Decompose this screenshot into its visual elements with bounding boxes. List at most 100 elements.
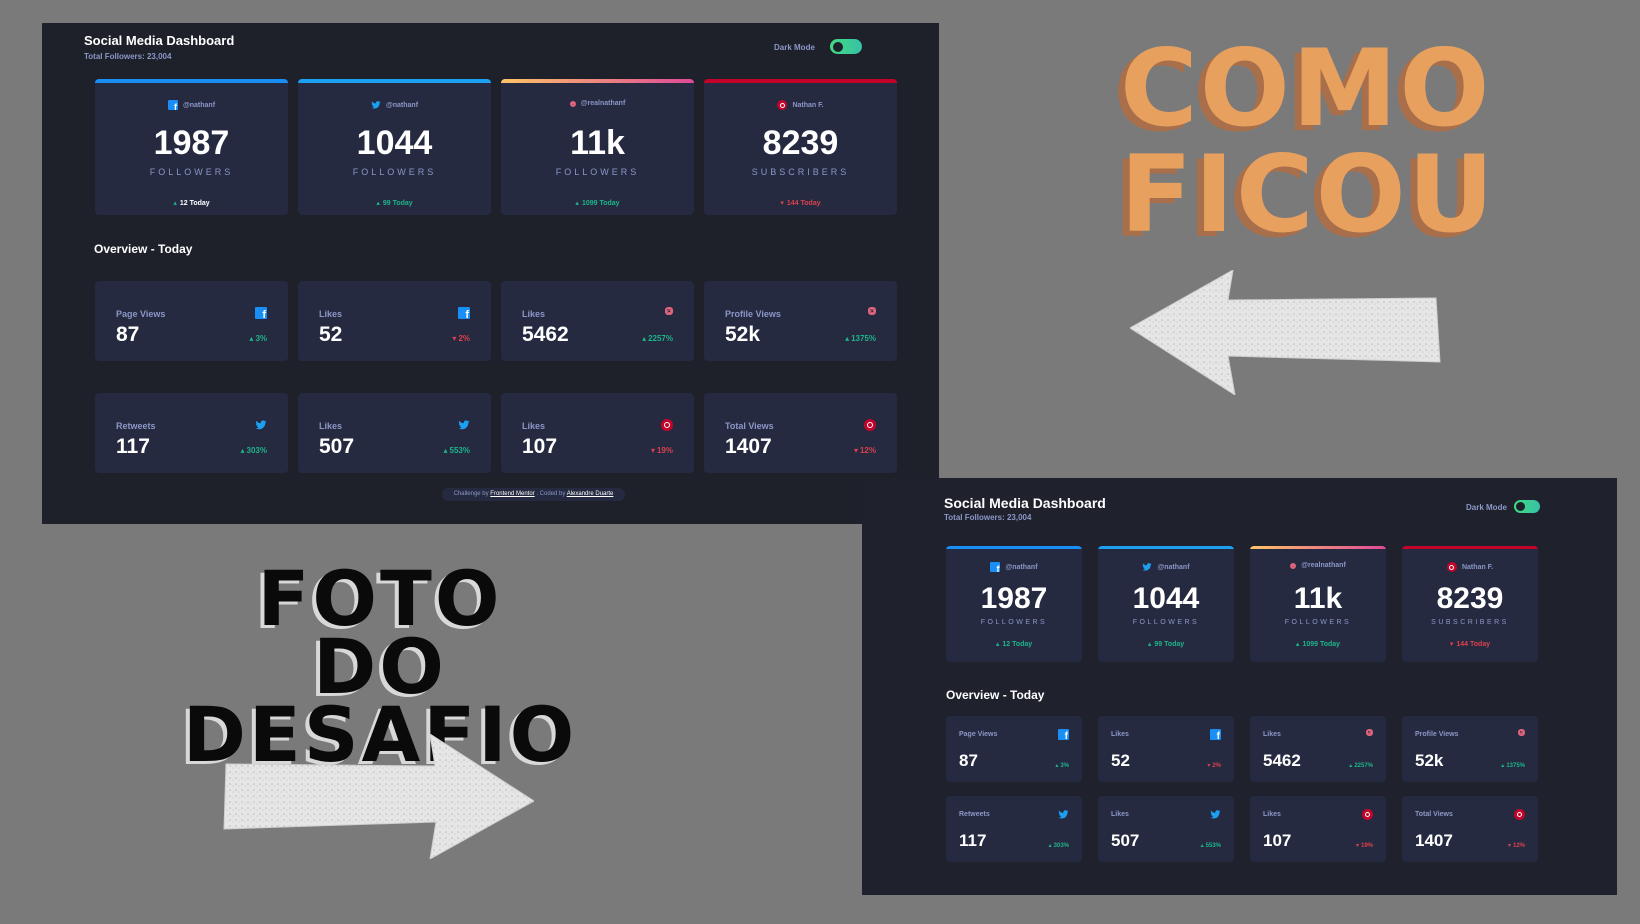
overview-card[interactable]: Total Views 1407 ▾ 12% <box>704 393 897 473</box>
overview-card[interactable]: Likes 507 ▴ 553% <box>1098 796 1234 862</box>
overview-label: Likes <box>522 309 546 319</box>
today-text: 1099 Today <box>581 200 620 207</box>
handle-text: @nathanf <box>1005 563 1038 571</box>
card-accent-bar <box>1402 546 1538 549</box>
dark-mode-toggle[interactable] <box>1514 500 1540 513</box>
overview-change: ▴ 2257% <box>1349 762 1373 769</box>
follower-count: 1044 <box>356 124 433 162</box>
arrow-down-icon: ▾ <box>853 446 858 455</box>
follower-count: 11k <box>1293 582 1343 615</box>
change-text: 3% <box>255 334 267 343</box>
arrow-right-icon <box>223 734 534 859</box>
overview-card[interactable]: Likes 107 ▾ 19% <box>501 393 694 473</box>
author-link[interactable]: Alexandre Duarte <box>567 491 614 497</box>
today-change: ▴ 99 Today <box>298 199 491 207</box>
overview-change: ▾ 12% <box>1508 842 1525 849</box>
overview-card[interactable]: Profile Views 52k ▴ 1375% <box>704 281 897 361</box>
handle-text: Nathan F. <box>792 101 824 109</box>
overview-card[interactable]: Page Views 87 ▴3% <box>95 281 288 361</box>
overview-label: Total Views <box>725 421 774 431</box>
follower-count: 8239 <box>1436 582 1504 615</box>
change-text: 2% <box>458 334 470 343</box>
arrow-up-icon: ▴ <box>1147 641 1152 648</box>
overview-label: Page Views <box>116 309 166 319</box>
overview-value: 117 <box>959 831 987 850</box>
result-screenshot: Social Media Dashboard Total Followers: … <box>862 478 1617 895</box>
follower-card-instagram[interactable]: @realnathanf 11k FOLLOWERS ▴ 1099 Today <box>1250 546 1386 662</box>
overview-label: Likes <box>1263 731 1281 738</box>
change-text: 19% <box>1360 843 1373 849</box>
overview-card[interactable]: Profile Views 52k ▴ 1375% <box>1402 716 1538 782</box>
follower-card-instagram[interactable]: @realnathanf 11k FOLLOWERS ▴ 1099 Today <box>501 79 694 215</box>
overview-card[interactable]: Page Views 87 ▴3% <box>946 716 1082 782</box>
change-text: 2257% <box>1354 763 1373 769</box>
overview-card[interactable]: Likes 107 ▾ 19% <box>1250 796 1386 862</box>
overview-card[interactable]: Likes 5462 ▴ 2257% <box>1250 716 1386 782</box>
overview-card[interactable]: Total Views 1407 ▾ 12% <box>1402 796 1538 862</box>
overview-change: ▴ 553% <box>1201 842 1221 849</box>
follower-unit: FOLLOWERS <box>1284 619 1352 626</box>
overview-value: 52 <box>1111 751 1130 770</box>
follower-card-youtube[interactable]: Nathan F. 8239 SUBSCRIBERS ▾ 144 Today <box>1402 546 1538 662</box>
facebook-icon <box>1058 729 1069 742</box>
arrow-down-icon: ▾ <box>1355 843 1359 849</box>
overview-card[interactable]: Retweets 117 ▴ 303% <box>946 796 1082 862</box>
follower-card-twitter[interactable]: @nathanf 1044 FOLLOWERS ▴ 99 Today <box>1098 546 1234 662</box>
follower-card-twitter[interactable]: @nathanf 1044 FOLLOWERS ▴ 99 Today <box>298 79 491 215</box>
youtube-icon <box>777 100 788 110</box>
today-change: ▴ 12 Today <box>95 199 288 207</box>
follower-card-youtube[interactable]: Nathan F. 8239 SUBSCRIBERS ▾ 144 Today <box>704 79 897 215</box>
challenge-by-text: Challenge by <box>453 491 489 497</box>
follower-count: 1044 <box>1132 582 1200 615</box>
instagram-icon <box>665 307 673 315</box>
follower-card-facebook[interactable]: @nathanf 1987 FOLLOWERS ▴12 Today <box>946 546 1082 662</box>
overview-card[interactable]: Likes 507 ▴ 553% <box>298 393 491 473</box>
dark-mode-toggle[interactable] <box>830 39 862 54</box>
arrow-up-icon: ▴ <box>575 200 579 207</box>
today-change: ▴ 12 Today <box>946 640 1082 648</box>
overview-change: ▴ 553% <box>444 446 470 455</box>
facebook-icon <box>255 307 267 321</box>
overview-value: 87 <box>959 751 978 770</box>
overview-change: ▴ 2257% <box>642 334 673 343</box>
handle-text: @nathanf <box>385 101 419 109</box>
today-change: ▴ 1099 Today <box>1250 640 1386 648</box>
card-handle: @nathanf <box>946 562 1082 574</box>
instagram-icon <box>1518 729 1525 736</box>
follower-card-facebook[interactable]: @nathanf 1987 FOLLOWERS ▴12 Today <box>95 79 288 215</box>
frontend-mentor-link[interactable]: Frontend Mentor <box>490 491 534 497</box>
overview-card[interactable]: Retweets 117 ▴ 303% <box>95 393 288 473</box>
card-accent-bar <box>1250 546 1386 549</box>
overview-label: Likes <box>319 309 343 319</box>
arrow-down-icon: ▾ <box>452 334 457 343</box>
today-text: 12 Today <box>179 200 210 207</box>
card-handle: @realnathanf <box>501 100 694 107</box>
change-text: 2% <box>1212 763 1221 769</box>
overview-card[interactable]: Likes 52 ▾2% <box>1098 716 1234 782</box>
toggle-knob <box>833 42 843 52</box>
follower-count: 8239 <box>762 124 839 162</box>
change-text: 1375% <box>851 334 876 343</box>
arrow-up-icon: ▴ <box>995 641 1000 648</box>
overview-label: Likes <box>1111 811 1129 818</box>
youtube-icon <box>1446 562 1457 572</box>
card-handle: Nathan F. <box>704 100 897 110</box>
follower-unit: FOLLOWERS <box>352 167 437 177</box>
overview-card[interactable]: Likes 5462 ▴ 2257% <box>501 281 694 361</box>
today-text: 144 Today <box>786 200 821 207</box>
follower-unit: FOLLOWERS <box>1132 619 1200 626</box>
twitter-icon <box>458 419 470 431</box>
twitter-icon <box>1142 562 1153 572</box>
card-accent-bar <box>704 79 897 83</box>
arrow-down-icon: ▾ <box>650 446 655 455</box>
como-ficou-heading: COMO FICOU <box>1120 36 1496 248</box>
facebook-icon <box>990 562 1001 574</box>
overview-value: 87 <box>116 323 140 346</box>
overview-card[interactable]: Likes 52 ▾2% <box>298 281 491 361</box>
arrow-up-icon: ▴ <box>1048 843 1052 849</box>
change-text: 1375% <box>1506 763 1525 769</box>
follower-count: 1987 <box>153 124 230 162</box>
change-text: 12% <box>1512 843 1525 849</box>
change-text: 12% <box>859 446 876 455</box>
dark-mode-label: Dark Mode <box>774 43 815 52</box>
